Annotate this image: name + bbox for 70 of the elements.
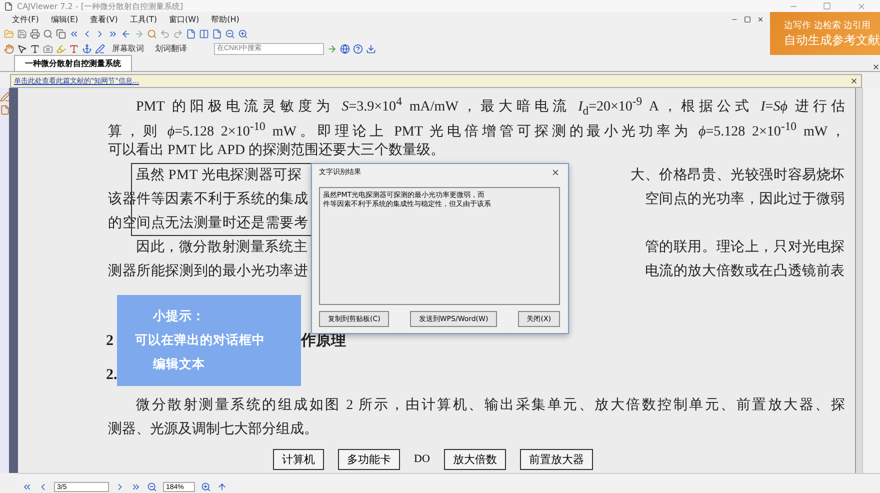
first-page-icon[interactable] <box>69 28 79 38</box>
text-line: PMT 的阳极电流灵敏度为 S=3.9×10$^{4}$ mA/mW，最大暗电流 I$_{d}$=20×10$^{-9}$ A，根据公式 I=Sϕ 进行估 <box>135 94 845 114</box>
anchor-icon[interactable] <box>82 44 92 54</box>
last-page-icon[interactable] <box>131 482 141 492</box>
window-title: CAJViewer 7.2 - [一种微分散射自控测量系统] <box>17 0 184 12</box>
diagram-block: 多功能卡 <box>338 448 400 470</box>
banner-text: 边写作 边检索 边引用 <box>784 20 872 32</box>
pen-icon[interactable] <box>0 92 10 102</box>
edit-icon[interactable] <box>95 44 105 54</box>
menu-item[interactable]: 帮助(H) <box>211 14 240 24</box>
hint-title: 小提示： <box>152 308 206 325</box>
close-icon[interactable] <box>757 16 764 23</box>
hint-text: 可以在弹出的对话框中 <box>135 332 266 349</box>
menu-item[interactable]: 查看(V) <box>90 14 118 24</box>
document-tab[interactable]: 一种微分散射自控测量系统 <box>14 55 132 71</box>
zoom-in-icon[interactable] <box>238 28 248 38</box>
text-fragment: 电流的放大倍数或在凸透镜前表 <box>644 262 845 280</box>
close-icon[interactable] <box>551 168 560 176</box>
pointer-icon[interactable] <box>17 44 27 54</box>
menu-item[interactable]: 编辑(E) <box>50 14 78 24</box>
save-icon[interactable] <box>17 28 27 38</box>
globe-icon[interactable] <box>340 44 350 54</box>
two-page-icon[interactable] <box>199 28 209 38</box>
menu-item[interactable]: 工具(T) <box>130 14 157 24</box>
zoom-out-icon[interactable] <box>147 482 157 492</box>
last-page-icon[interactable] <box>108 28 118 38</box>
diagram-block: 计算机 <box>273 448 324 470</box>
text-fragment: 空间点的光功率，因此过于微弱 <box>644 190 845 208</box>
text-fragment: 测器所能探测到的最小光功率进 <box>108 262 308 280</box>
text-select-icon[interactable] <box>30 44 40 54</box>
close-icon[interactable] <box>850 77 858 85</box>
minimize-icon[interactable] <box>731 16 738 23</box>
restore-icon[interactable] <box>744 16 751 23</box>
help-icon[interactable] <box>353 44 363 54</box>
heading-number: 2. <box>106 366 118 384</box>
diagram-block: 前置放大器 <box>520 448 593 470</box>
diagram-block: 放大倍数 <box>444 448 506 470</box>
banner-title: 自动生成参考文献 <box>784 32 880 48</box>
fit-page-icon[interactable] <box>212 28 222 38</box>
text-fragment: 大、价格昂贵、光较强时容易烧坏 <box>630 166 845 184</box>
zoom-out-icon[interactable] <box>225 28 235 38</box>
first-page-icon[interactable] <box>22 482 32 492</box>
download-icon[interactable] <box>366 44 376 54</box>
text-line: 微分散射测量系统的组成如图 2 所示，由计算机、输出采集单元、放大倍数控制单元、前置放大器、探 <box>135 396 845 414</box>
hint-text: 编辑文本 <box>152 356 206 373</box>
menu-item[interactable]: 窗口(W) <box>169 14 200 24</box>
single-page-icon[interactable] <box>186 28 196 38</box>
text-fragment: 因此，微分散射测量系统主 <box>136 238 308 256</box>
up-arrow-icon[interactable] <box>217 482 227 492</box>
text-line: 算，则 ϕ=5.128 2×10$^{-10}$ mW。即理论上 PMT 光电倍增管可探测的最小光功率为 ϕ=5.128 2×10$^{-10}$ mW， <box>108 118 845 139</box>
close-icon[interactable] <box>872 63 880 71</box>
text-fragment: 虽然 PMT 光电探测器可探 <box>136 166 302 184</box>
search-icon[interactable] <box>43 28 53 38</box>
zoom-in-icon[interactable] <box>201 482 211 492</box>
translate-button[interactable]: 划词翻译 <box>151 43 191 54</box>
find-icon[interactable] <box>147 28 157 38</box>
heading-number: 2 <box>106 332 114 350</box>
page-icon[interactable] <box>0 105 10 115</box>
go-icon[interactable] <box>327 44 337 54</box>
text-fragment: 管的联用。理论上，只对光电探 <box>644 238 845 256</box>
menu-item[interactable]: 文件(F) <box>12 14 39 24</box>
screen-word-button[interactable]: 屏幕取词 <box>108 43 148 54</box>
printer-icon[interactable] <box>30 28 40 38</box>
copy-icon[interactable] <box>56 28 66 38</box>
text-line: 可以看出 PMT 比 APD 的探测范围还要大三个数量级。 <box>108 142 446 160</box>
back-icon[interactable] <box>121 28 131 38</box>
text-color-icon[interactable] <box>69 44 79 54</box>
app-icon <box>4 2 13 10</box>
text-line: 测器、光源及调制七大部分组成。 <box>108 420 319 439</box>
signal-label: DO <box>414 453 430 465</box>
